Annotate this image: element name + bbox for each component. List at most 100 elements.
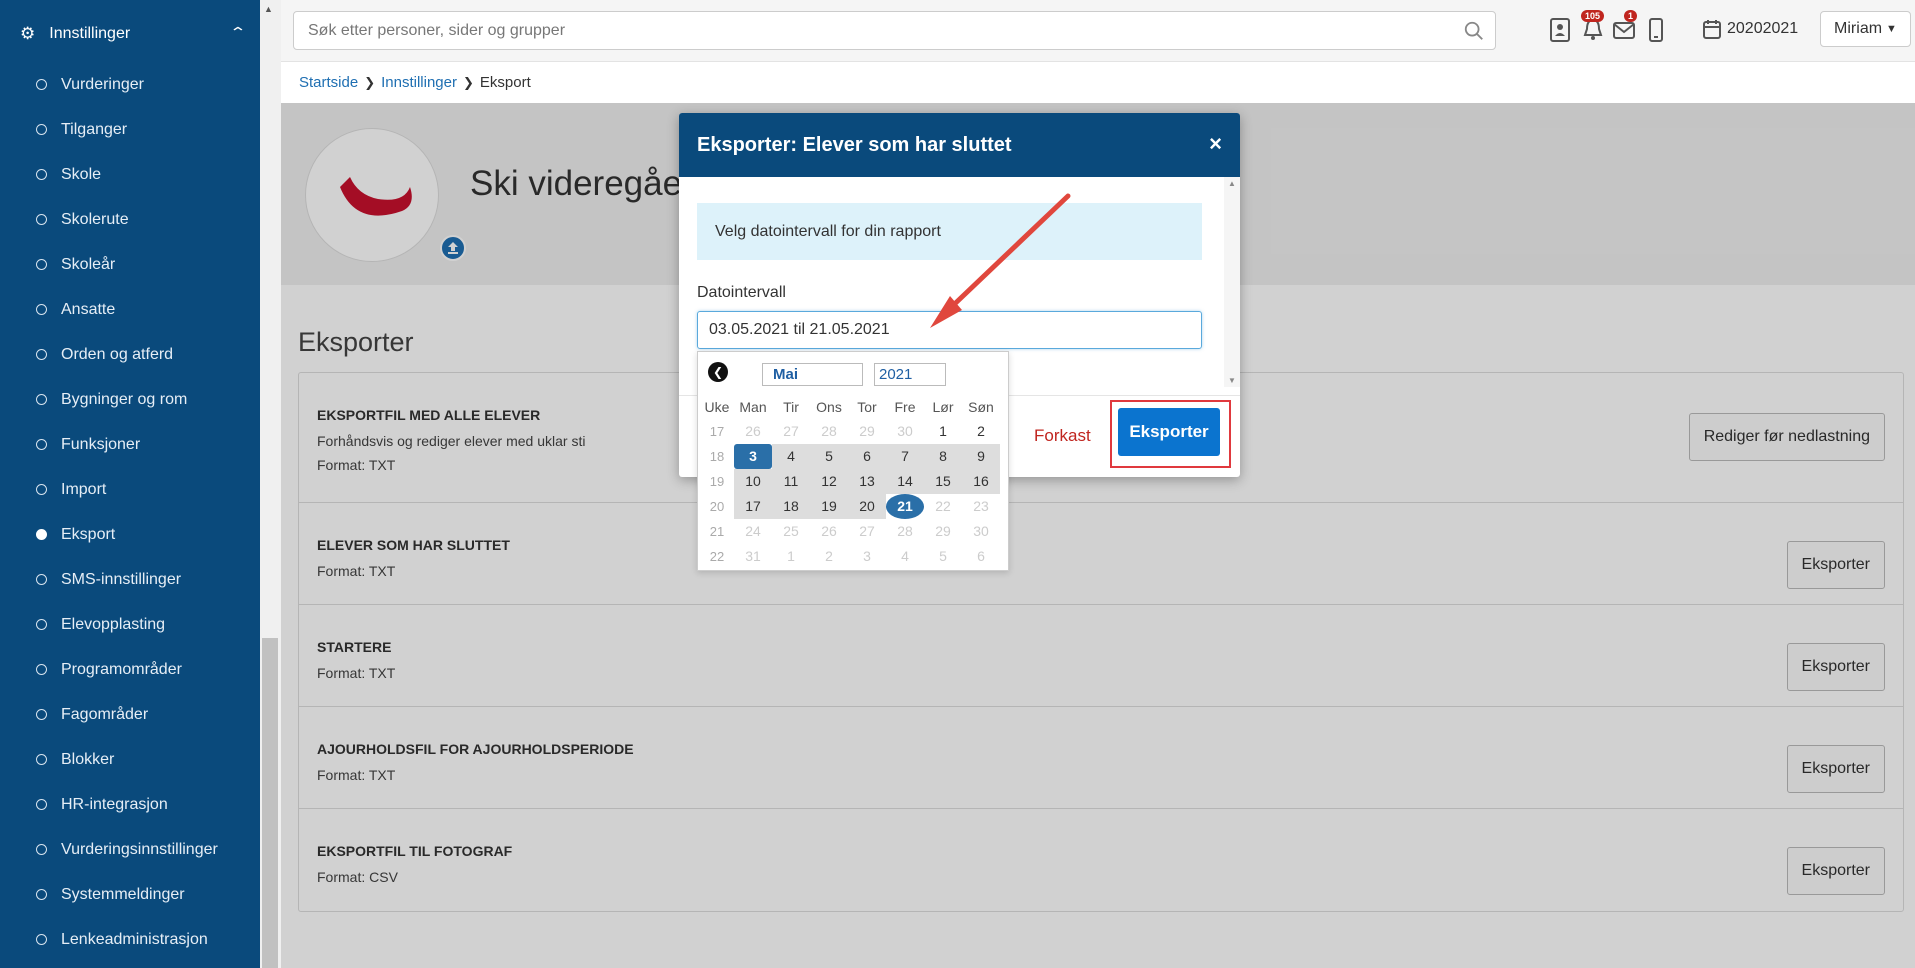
sidebar-item-skole[interactable]: Skole <box>0 152 260 197</box>
close-icon[interactable]: × <box>1209 131 1222 157</box>
sidebar-scrollbar-thumb[interactable] <box>262 638 278 968</box>
date-picker: ❮ Mai 2021 Uke Man Tir Ons Tor Fre Lør S… <box>697 351 1009 571</box>
sidebar-item-programomrader[interactable]: Programområder <box>0 647 260 692</box>
calendar-day[interactable]: 29 <box>848 419 886 444</box>
sidebar-item-systemmeldinger[interactable]: Systemmeldinger <box>0 872 260 917</box>
calendar-day[interactable]: 24 <box>734 519 772 544</box>
calendar-day[interactable]: 18 <box>772 494 810 519</box>
calendar-day[interactable]: 7 <box>886 444 924 469</box>
scroll-down-arrow-icon[interactable]: ▼ <box>1228 376 1236 385</box>
contacts-icon[interactable] <box>1548 17 1572 43</box>
sidebar-item-skolerute[interactable]: Skolerute <box>0 197 260 242</box>
sidebar-item-elevopplasting[interactable]: Elevopplasting <box>0 602 260 647</box>
calendar-day[interactable]: 28 <box>886 519 924 544</box>
sidebar-item-vurderingsinnstillinger[interactable]: Vurderingsinnstillinger <box>0 827 260 872</box>
circle-icon <box>36 169 47 180</box>
calendar-day[interactable]: 13 <box>848 469 886 494</box>
calendar-day[interactable]: 3 <box>848 544 886 569</box>
school-year[interactable]: 20202021 <box>1703 19 1798 39</box>
sidebar-item-funksjoner[interactable]: Funksjoner <box>0 422 260 467</box>
dialog-export-button[interactable]: Eksporter <box>1118 408 1220 456</box>
month-select[interactable]: Mai <box>762 363 863 386</box>
sidebar-item-skolear[interactable]: Skoleår <box>0 242 260 287</box>
sidebar-item-blokker[interactable]: Blokker <box>0 737 260 782</box>
sidebar-item-ansatte[interactable]: Ansatte <box>0 287 260 332</box>
sidebar-item-sms[interactable]: SMS-innstillinger <box>0 557 260 602</box>
calendar-day[interactable]: 15 <box>924 469 962 494</box>
calendar-day[interactable]: 1 <box>772 544 810 569</box>
sidebar-item-eksport[interactable]: Eksport <box>0 512 260 557</box>
calendar-day[interactable]: 28 <box>810 419 848 444</box>
calendar-day[interactable]: 19 <box>810 494 848 519</box>
calendar-day[interactable]: 27 <box>848 519 886 544</box>
phone-icon[interactable] <box>1644 17 1668 43</box>
prev-month-icon[interactable]: ❮ <box>708 362 728 382</box>
calendar-day[interactable]: 20 <box>848 494 886 519</box>
calendar-day[interactable]: 16 <box>962 469 1000 494</box>
calendar-day[interactable]: 25 <box>772 519 810 544</box>
calendar-day[interactable]: 9 <box>962 444 1000 469</box>
search-input[interactable]: Søk etter personer, sider og grupper <box>293 11 1496 50</box>
notifications[interactable]: 105 <box>1581 10 1605 43</box>
calendar-day[interactable]: 3 <box>734 444 772 469</box>
calendar-day[interactable]: 26 <box>734 419 772 444</box>
calendar-day[interactable]: 14 <box>886 469 924 494</box>
calendar-day[interactable]: 8 <box>924 444 962 469</box>
search-icon[interactable] <box>1463 20 1485 42</box>
cancel-button[interactable]: Forkast <box>1034 426 1091 446</box>
sidebar-item-label: Ansatte <box>61 300 116 318</box>
calendar-day[interactable]: 30 <box>886 419 924 444</box>
sidebar-item-import[interactable]: Import <box>0 467 260 512</box>
chevron-up-icon[interactable]: ⌃ <box>229 24 247 41</box>
circle-icon <box>36 439 47 450</box>
sidebar-item-tilganger[interactable]: Tilganger <box>0 107 260 152</box>
calendar-day[interactable]: 27 <box>772 419 810 444</box>
calendar-day[interactable]: 12 <box>810 469 848 494</box>
calendar-day[interactable]: 31 <box>734 544 772 569</box>
messages[interactable]: 1 <box>1612 10 1638 43</box>
scroll-up-arrow-icon[interactable]: ▲ <box>1228 179 1236 188</box>
breadcrumb-home[interactable]: Startside <box>299 74 358 91</box>
calendar-day[interactable]: 5 <box>924 544 962 569</box>
sidebar-item-label: Import <box>61 480 107 498</box>
calendar-day[interactable]: 26 <box>810 519 848 544</box>
breadcrumb-settings[interactable]: Innstillinger <box>381 74 457 91</box>
calendar-day[interactable]: 6 <box>848 444 886 469</box>
scroll-up-arrow-icon[interactable]: ▲ <box>264 4 273 14</box>
breadcrumb-current: Eksport <box>479 74 531 91</box>
calendar-week-row: 17 26 27 28 29 30 1 2 <box>700 419 1008 444</box>
calendar-icon <box>1703 20 1721 39</box>
calendar-day[interactable]: 5 <box>810 444 848 469</box>
calendar-day[interactable]: 6 <box>962 544 1000 569</box>
sidebar-item-vurderinger[interactable]: Vurderinger <box>0 62 260 107</box>
calendar-day[interactable]: 2 <box>962 419 1000 444</box>
calendar-day[interactable]: 17 <box>734 494 772 519</box>
user-name: Miriam <box>1834 20 1883 37</box>
topbar: Søk etter personer, sider og grupper 105… <box>281 0 1915 62</box>
calendar-day[interactable]: 30 <box>962 519 1000 544</box>
sidebar-item-label: Orden og atferd <box>61 345 174 363</box>
sidebar-item-hr[interactable]: HR-integrasjon <box>0 782 260 827</box>
calendar-day[interactable]: 11 <box>772 469 810 494</box>
dialog-scrollbar[interactable]: ▲ ▼ <box>1224 177 1240 387</box>
calendar-day[interactable]: 22 <box>924 494 962 519</box>
calendar-day[interactable]: 1 <box>924 419 962 444</box>
calendar-day[interactable]: 4 <box>886 544 924 569</box>
sidebar-item-fagomrader[interactable]: Fagområder <box>0 692 260 737</box>
sidebar-item-orden[interactable]: Orden og atferd <box>0 332 260 377</box>
calendar-day[interactable]: 23 <box>962 494 1000 519</box>
sidebar-item-lenkeadministrasjon[interactable]: Lenkeadministrasjon <box>0 917 260 962</box>
week-number: 20 <box>709 499 725 514</box>
calendar-day[interactable]: 2 <box>810 544 848 569</box>
circle-icon <box>36 349 47 360</box>
calendar-day[interactable]: 29 <box>924 519 962 544</box>
date-range-input[interactable]: 03.05.2021 til 21.05.2021 <box>697 311 1202 349</box>
sidebar-header[interactable]: ⚙ Innstillinger ⌃ <box>0 0 260 68</box>
calendar-day[interactable]: 21 <box>886 494 924 519</box>
calendar-header-row: Uke Man Tir Ons Tor Fre Lør Søn <box>700 394 1008 419</box>
sidebar-item-bygninger[interactable]: Bygninger og rom <box>0 377 260 422</box>
calendar-day[interactable]: 4 <box>772 444 810 469</box>
calendar-day[interactable]: 10 <box>734 469 772 494</box>
year-select[interactable]: 2021 <box>874 363 946 386</box>
user-menu-button[interactable]: Miriam ▼ <box>1820 11 1911 47</box>
